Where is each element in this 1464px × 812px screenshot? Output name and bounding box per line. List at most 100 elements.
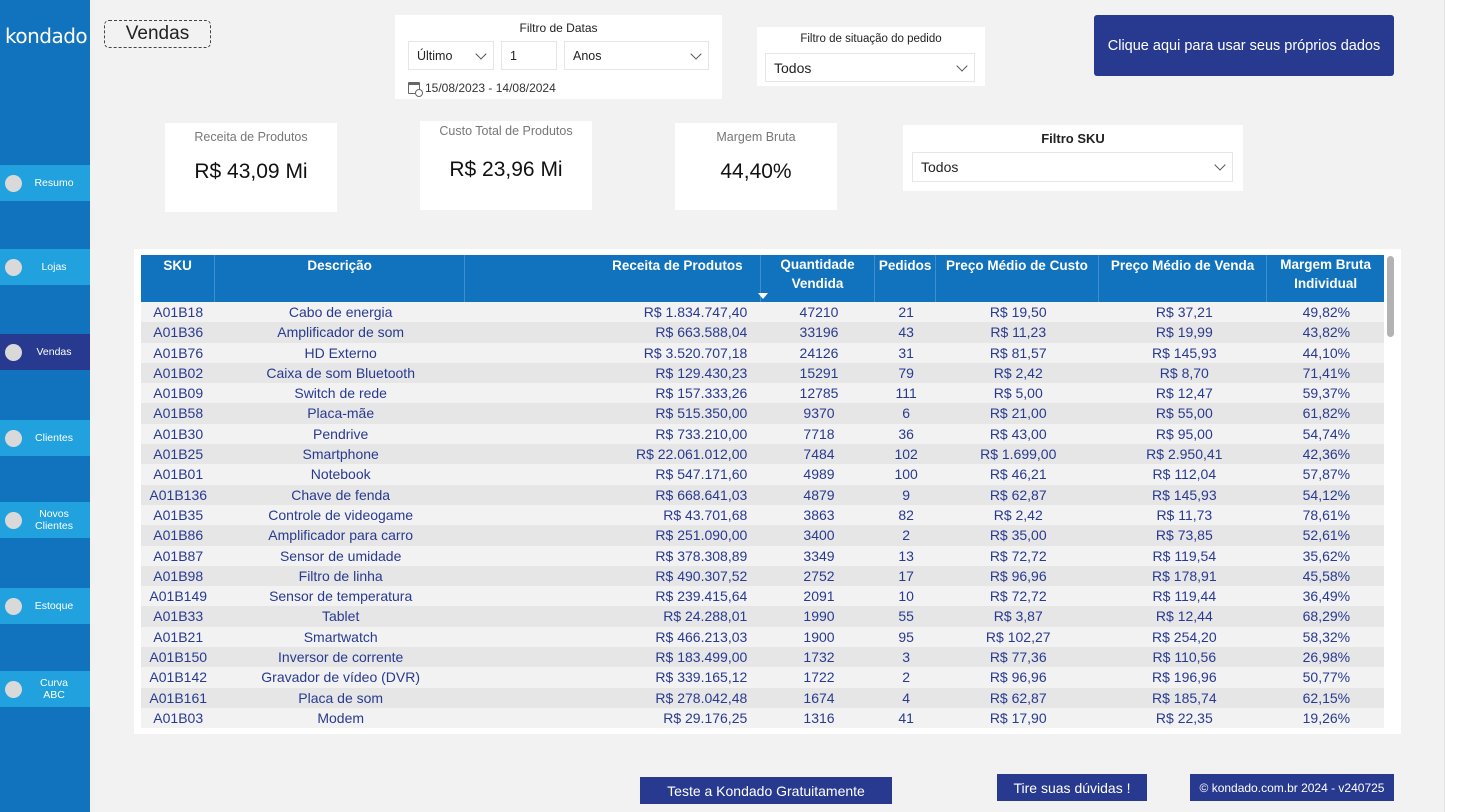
help-button[interactable]: Tire suas dúvidas !	[997, 774, 1147, 801]
cell-sku: A01B01	[153, 466, 204, 483]
date-range[interactable]: 15/08/2023 - 14/08/2024	[408, 81, 556, 97]
column-header-receita[interactable]: Receita de Produtos	[465, 255, 761, 302]
table-row[interactable]: A01B58 Placa-mãe R$ 515.350,00 9370 6 R$ 21,0…	[141, 403, 1384, 424]
table-row[interactable]: A01B21 Smartwatch R$ 466.213,03 1900 95 R$ 10…	[141, 626, 1384, 648]
cell-pedidos: 41	[898, 709, 914, 726]
table-row[interactable]: A01B86 Amplificador para carro R$ 251.090,…	[141, 525, 1384, 546]
cell-pedidos: 43	[898, 324, 914, 341]
column-header-pedidos[interactable]: Pedidos	[875, 255, 936, 302]
table-row[interactable]: A01B150 Inversor de corrente R$ 183.499,00…	[141, 647, 1384, 668]
cell-pedidos: 17	[898, 567, 914, 584]
table-row[interactable]: A01B76 HD Externo R$ 3.520.707,18 24126 31 R$…	[141, 342, 1384, 363]
table-row[interactable]: A01B36 Amplificador de som R$ 663.588,04 33…	[141, 322, 1384, 343]
cell-quantidade: 24126	[799, 344, 839, 361]
cell-margem: 52,61%	[1302, 527, 1351, 544]
cell-margem: 42,36%	[1302, 446, 1351, 463]
cell-margem: 50,77%	[1302, 669, 1351, 686]
cell-margem: 57,87%	[1302, 466, 1351, 483]
cell-preco-custo: R$ 5,00	[993, 385, 1043, 402]
copyright-link[interactable]: © kondado.com.br 2024 - v240725	[1190, 774, 1394, 801]
sidebar-item-estoque[interactable]: Estoque	[0, 588, 90, 624]
page-edge	[1444, 0, 1464, 812]
period-value-input[interactable]: 1	[501, 41, 557, 70]
table-header: SKU Descrição Receita de Produtos Quanti…	[141, 255, 1384, 302]
table-row[interactable]: A01B30 Pendrive R$ 733.210,00 7718 36 R$ 43,0…	[141, 423, 1384, 445]
kpi-value: 44,40%	[720, 160, 792, 183]
cell-preco-venda: R$ 185,74	[1152, 689, 1217, 706]
column-header-descricao[interactable]: Descrição	[215, 255, 465, 302]
column-header-preco-venda[interactable]: Preço Médio de Venda	[1099, 255, 1268, 302]
sidebar-item-curva-abc[interactable]: Curva ABC	[0, 671, 90, 707]
cell-preco-venda: R$ 2.950,41	[1146, 446, 1223, 463]
cell-margem: 62,15%	[1302, 689, 1351, 706]
cell-descricao: Gravador de vídeo (DVR)	[261, 669, 421, 686]
table-row[interactable]: A01B149 Sensor de temperatura R$ 239.415,6…	[141, 586, 1384, 607]
sidebar-item-lojas[interactable]: Lojas	[0, 249, 90, 285]
cell-receita: R$ 43.701,68	[663, 506, 748, 523]
sidebar-item-vendas[interactable]: Vendas	[0, 334, 90, 370]
kpi-card-custo: Custo Total de Produtos R$ 23,96 Mi	[420, 121, 592, 210]
cell-quantidade: 3863	[803, 506, 835, 523]
table-row[interactable]: A01B87 Sensor de umidade R$ 378.308,89 3349…	[141, 545, 1384, 566]
cell-sku: A01B98	[153, 567, 204, 584]
cell-margem: 68,29%	[1302, 608, 1351, 625]
cell-preco-custo: R$ 72,72	[989, 547, 1047, 564]
cell-quantidade: 4989	[803, 466, 835, 483]
cell-receita: R$ 251.090,00	[655, 527, 748, 544]
cell-preco-custo: R$ 72,72	[989, 588, 1047, 605]
table-scrollbar[interactable]	[1387, 256, 1394, 337]
table-row[interactable]: A01B136 Chave de fenda R$ 668.641,03 4879 9 R…	[141, 484, 1384, 505]
column-header-label: Receita de Produtos	[612, 258, 743, 273]
trial-button[interactable]: Teste a Kondado Gratuitamente	[640, 777, 892, 804]
chevron-down-icon	[475, 47, 487, 60]
cell-receita: R$ 547.171,60	[655, 466, 748, 483]
cell-margem: 35,62%	[1302, 547, 1351, 564]
table-row[interactable]: A01B98 Filtro de linha R$ 490.307,52 2752 17…	[141, 565, 1384, 587]
use-own-data-button[interactable]: Clique aqui para usar seus próprios dado…	[1094, 15, 1394, 76]
cell-pedidos: 3	[902, 649, 911, 666]
cell-receita: R$ 490.307,52	[655, 567, 748, 584]
column-header-quantidade[interactable]: Quantidade Vendida	[757, 255, 876, 302]
cell-preco-venda: R$ 12,47	[1155, 385, 1213, 402]
cell-descricao: Filtro de linha	[298, 567, 383, 584]
cell-preco-custo: R$ 46,21	[989, 466, 1047, 483]
cell-quantidade: 4879	[803, 486, 835, 503]
table-row[interactable]: A01B09 Switch de rede R$ 157.333,26 12785 11…	[141, 383, 1384, 404]
cell-preco-venda: R$ 95,00	[1155, 425, 1213, 442]
nav-dot-icon	[5, 680, 22, 698]
nav-dot-icon	[5, 174, 22, 192]
cell-descricao: Pendrive	[313, 425, 369, 442]
sku-dropdown[interactable]: Todos	[912, 152, 1233, 182]
sidebar-item-novos-clientes[interactable]: Novos Clientes	[0, 502, 90, 538]
cell-quantidade: 12785	[799, 385, 839, 402]
sidebar-item-label: Novos Clientes	[35, 508, 73, 532]
table-row[interactable]: A01B35 Controle de videogame R$ 43.701,68 3…	[141, 504, 1384, 526]
sidebar-item-clientes[interactable]: Clientes	[0, 420, 90, 456]
cell-pedidos: 79	[898, 364, 914, 381]
sales-table: SKU Descrição Receita de Produtos Quanti…	[134, 249, 1401, 734]
table-row[interactable]: A01B03 Modem R$ 29.176,25 1316 41 R$ 17,90 R$ …	[141, 707, 1384, 729]
order-status-dropdown[interactable]: Todos	[765, 53, 975, 82]
period-unit-dropdown[interactable]: Anos	[564, 41, 709, 70]
table-row[interactable]: A01B01 Notebook R$ 547.171,60 4989 100 R$ 46,…	[141, 464, 1384, 485]
sidebar-item-resumo[interactable]: Resumo	[0, 165, 90, 201]
cell-quantidade: 7484	[803, 446, 835, 463]
cell-preco-venda: R$ 8,70	[1159, 364, 1209, 381]
sku-value: Todos	[921, 159, 959, 175]
cell-sku: A01B161	[149, 689, 208, 706]
column-header-margem[interactable]: Margem Bruta Individual	[1267, 255, 1384, 302]
table-row[interactable]: A01B18 Cabo de energia R$ 1.834.747,40 4721…	[141, 302, 1384, 323]
cell-preco-custo: R$ 21,00	[989, 405, 1047, 422]
column-header-sku[interactable]: SKU	[141, 255, 216, 302]
cell-pedidos: 10	[898, 588, 914, 605]
table-row[interactable]: A01B25 Smartphone R$ 22.061.012,00 7484 102 R…	[141, 444, 1384, 465]
kpi-card-margem: Margem Bruta 44,40%	[675, 123, 837, 210]
cell-pedidos: 36	[898, 425, 914, 442]
table-row[interactable]: A01B33 Tablet R$ 24.288,01 1990 55 R$ 3,87 R$ …	[141, 606, 1384, 627]
cell-preco-custo: R$ 62,87	[989, 486, 1047, 503]
table-row[interactable]: A01B142 Gravador de vídeo (DVR) R$ 339.165…	[141, 667, 1384, 688]
table-row[interactable]: A01B02 Caixa de som Bluetooth R$ 129.430,2…	[141, 362, 1384, 384]
column-header-preco-custo[interactable]: Preço Médio de Custo	[936, 255, 1099, 302]
table-row[interactable]: A01B161 Placa de som R$ 278.042,48 1674 4 R$ …	[141, 687, 1384, 708]
period-mode-dropdown[interactable]: Último	[408, 41, 494, 70]
